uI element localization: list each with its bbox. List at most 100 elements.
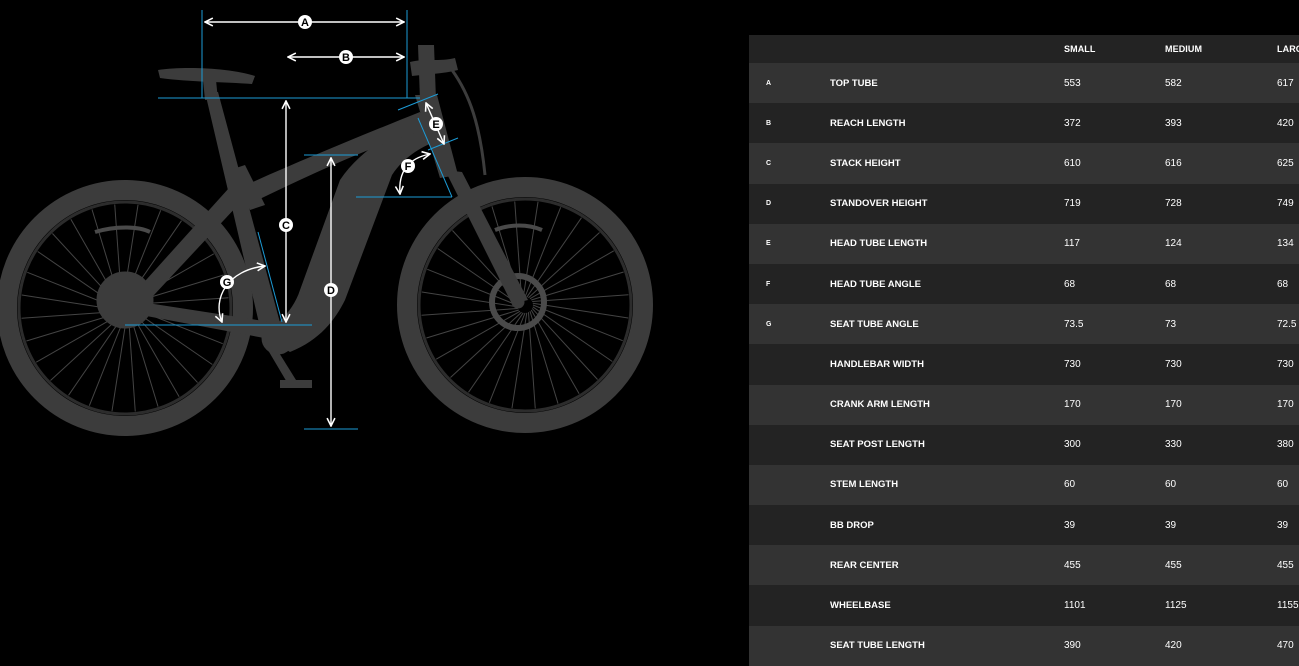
row-value-small: 610	[1064, 157, 1081, 169]
table-row: REAR CENTER 455 455 455	[749, 545, 1299, 586]
row-value-large: 749	[1277, 198, 1294, 210]
row-letter	[749, 385, 813, 425]
row-value-medium: 39	[1165, 519, 1177, 531]
row-value-large: 625	[1277, 157, 1294, 169]
row-measurement-name: HEAD TUBE LENGTH	[830, 238, 928, 250]
header-medium: MEDIUM	[1165, 44, 1203, 54]
row-value-large: 68	[1277, 278, 1289, 290]
row-value-large: 420	[1277, 117, 1294, 129]
table-row: F HEAD TUBE ANGLE 68 68 68	[749, 263, 1299, 305]
table-row: CRANK ARM LENGTH 170 170 170	[749, 384, 1299, 425]
row-value-large: 39	[1277, 519, 1289, 531]
table-header-row: SMALL MEDIUM LARGE	[749, 35, 1299, 63]
table-row: A TOP TUBE 553 582 617	[749, 63, 1299, 104]
header-measurement	[813, 35, 1064, 63]
row-measurement-name: REAR CENTER	[830, 559, 899, 571]
svg-text:E: E	[432, 119, 439, 131]
row-measurement-name: STACK HEIGHT	[830, 157, 901, 169]
row-letter	[749, 465, 813, 505]
row-measurement-name: BB DROP	[830, 519, 874, 531]
row-letter: A	[766, 79, 772, 87]
row-value-large: 470	[1277, 640, 1294, 652]
badge-f: F	[401, 159, 415, 173]
badge-c: C	[279, 218, 293, 232]
row-letter: E	[766, 240, 771, 248]
row-letter: G	[766, 320, 772, 328]
badge-b: B	[339, 50, 353, 64]
row-measurement-name: SEAT TUBE ANGLE	[830, 318, 919, 330]
svg-text:F: F	[405, 161, 412, 173]
table-row: B REACH LENGTH 372 393 420	[749, 103, 1299, 144]
row-value-small: 390	[1064, 640, 1081, 652]
row-letter: B	[766, 119, 772, 127]
row-value-large: 730	[1277, 358, 1294, 370]
table-row: HANDLEBAR WIDTH 730 730 730	[749, 344, 1299, 385]
table-row: D STANDOVER HEIGHT 719 728 749	[749, 183, 1299, 224]
row-value-medium: 124	[1165, 238, 1182, 250]
row-value-large: 170	[1277, 399, 1294, 411]
header-large: LARGE	[1277, 44, 1299, 54]
svg-text:G: G	[223, 277, 232, 289]
table-row: SEAT POST LENGTH 300 330 380	[749, 424, 1299, 465]
row-value-large: 60	[1277, 479, 1289, 491]
row-measurement-name: STEM LENGTH	[830, 479, 899, 491]
table-row: STEM LENGTH 60 60 60	[749, 464, 1299, 506]
row-measurement-name: REACH LENGTH	[830, 117, 906, 129]
table-row: E HEAD TUBE LENGTH 117 124 134	[749, 223, 1299, 264]
badge-e: E	[429, 117, 443, 131]
table-row: BB DROP 39 39 39	[749, 505, 1299, 546]
bike-geometry-diagram: A B C D E F G	[0, 10, 653, 436]
badge-a: A	[298, 15, 312, 29]
table-row: G SEAT TUBE ANGLE 73.5 73 72.5	[749, 304, 1299, 345]
badge-g: G	[220, 275, 234, 289]
row-letter	[749, 505, 813, 545]
row-value-large: 72.5	[1277, 318, 1297, 330]
header-letter	[749, 35, 813, 63]
row-value-medium: 728	[1165, 198, 1182, 210]
row-measurement-name: STANDOVER HEIGHT	[830, 198, 928, 210]
row-measurement-name: TOP TUBE	[830, 77, 878, 89]
row-value-large: 1155	[1277, 600, 1299, 612]
table-row: SEAT TUBE LENGTH 390 420 470	[749, 625, 1299, 666]
row-value-small: 73.5	[1064, 318, 1084, 330]
row-value-medium: 420	[1165, 640, 1182, 652]
table-row: C STACK HEIGHT 610 616 625	[749, 143, 1299, 184]
row-value-medium: 60	[1165, 479, 1177, 491]
row-value-small: 553	[1064, 77, 1081, 89]
badge-d: D	[324, 283, 338, 297]
row-value-medium: 730	[1165, 358, 1182, 370]
geometry-table: SMALL MEDIUM LARGE A TOP TUBE 553 582 617 B RE…	[749, 35, 1299, 666]
row-value-small: 68	[1064, 278, 1076, 290]
bike-silhouette	[0, 45, 653, 436]
row-letter	[749, 545, 813, 585]
row-value-large: 617	[1277, 77, 1294, 89]
row-value-small: 372	[1064, 117, 1081, 129]
row-measurement-name: SEAT POST LENGTH	[830, 439, 925, 451]
svg-text:D: D	[327, 285, 335, 297]
row-value-large: 455	[1277, 559, 1294, 571]
row-value-small: 730	[1064, 358, 1081, 370]
row-value-medium: 330	[1165, 439, 1182, 451]
front-wheel	[397, 177, 653, 433]
row-measurement-name: SEAT TUBE LENGTH	[830, 640, 925, 652]
row-value-medium: 73	[1165, 318, 1177, 330]
table-row: WHEELBASE 1101 1125 1155	[749, 585, 1299, 626]
row-measurement-name: CRANK ARM LENGTH	[830, 399, 930, 411]
row-letter	[749, 585, 813, 625]
row-letter: C	[766, 159, 772, 167]
row-value-small: 455	[1064, 559, 1081, 571]
row-letter: D	[766, 200, 772, 208]
row-value-medium: 455	[1165, 559, 1182, 571]
row-letter: F	[766, 280, 771, 288]
row-value-small: 170	[1064, 399, 1081, 411]
row-value-small: 117	[1064, 238, 1080, 250]
row-value-medium: 582	[1165, 77, 1182, 89]
row-value-small: 39	[1064, 519, 1076, 531]
svg-text:C: C	[282, 220, 290, 232]
row-value-medium: 1125	[1165, 600, 1187, 612]
row-value-medium: 393	[1165, 117, 1182, 129]
header-small: SMALL	[1064, 44, 1096, 54]
row-letter	[749, 626, 813, 666]
row-value-large: 134	[1277, 238, 1294, 250]
svg-text:B: B	[342, 52, 350, 64]
